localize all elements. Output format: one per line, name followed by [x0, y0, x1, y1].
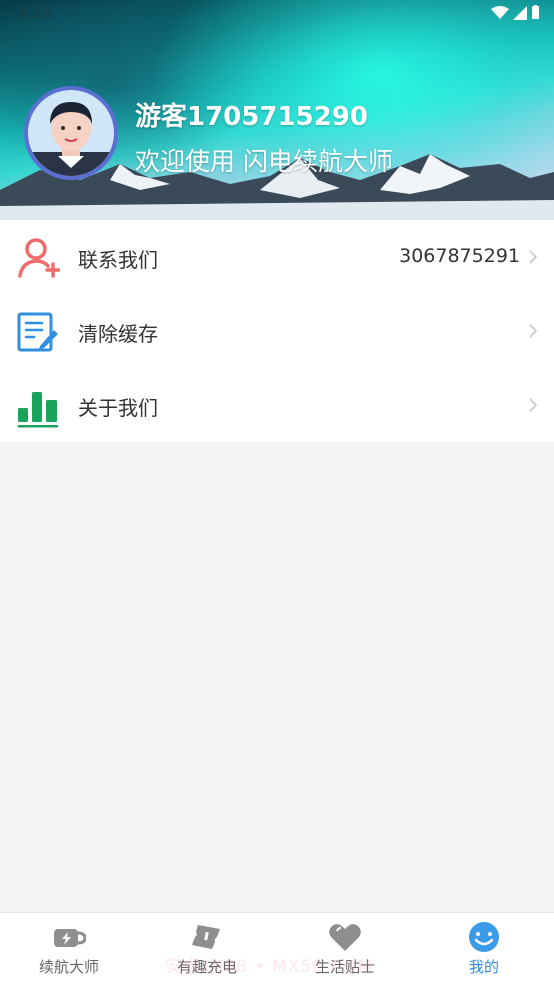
wifi-icon	[491, 5, 509, 19]
status-icons	[491, 5, 540, 20]
bar-chart-icon	[18, 392, 58, 428]
nav-label: 续航大师	[38, 958, 99, 976]
menu-item-label: 关于我们	[78, 396, 158, 420]
menu-item-clear-cache[interactable]: 清除缓存	[0, 294, 554, 368]
avatar[interactable]	[24, 86, 118, 180]
profile-header: 9:48 游客1705715290 欢迎使用 闪电续航大师	[0, 0, 554, 220]
watermark: 安卓1688 • MX5E.COM	[165, 957, 374, 977]
add-contact-icon	[18, 238, 60, 278]
battery-icon	[532, 5, 539, 19]
chevron-right-icon	[529, 250, 538, 264]
nav-tab-battery-master[interactable]: 续航大师	[0, 913, 138, 985]
heart-icon	[329, 924, 361, 951]
nav-tab-mine[interactable]: 我的	[414, 913, 554, 985]
status-bar: 9:48	[0, 0, 554, 30]
avatar-image	[28, 90, 114, 176]
contact-qq-number: 3067875291	[399, 245, 520, 267]
status-time: 9:48	[18, 6, 52, 24]
welcome-text: 欢迎使用 闪电续航大师	[135, 147, 393, 176]
menu-item-contact-us[interactable]: 联系我们 3067875291	[0, 220, 554, 294]
chevron-right-icon	[529, 398, 538, 412]
ticket-icon	[192, 925, 220, 949]
signal-icon	[513, 5, 527, 20]
edit-document-icon	[17, 312, 58, 352]
chevron-right-icon	[529, 324, 538, 338]
settings-menu: 联系我们 3067875291 清除缓存 关于我们	[0, 220, 554, 442]
menu-item-label: 联系我们	[78, 248, 158, 272]
nav-label: 我的	[468, 958, 499, 976]
menu-item-about-us[interactable]: 关于我们	[0, 368, 554, 442]
username: 游客1705715290	[135, 102, 368, 132]
menu-item-label: 清除缓存	[78, 322, 158, 346]
battery-cup-icon	[54, 929, 86, 947]
smiley-icon	[469, 922, 499, 952]
